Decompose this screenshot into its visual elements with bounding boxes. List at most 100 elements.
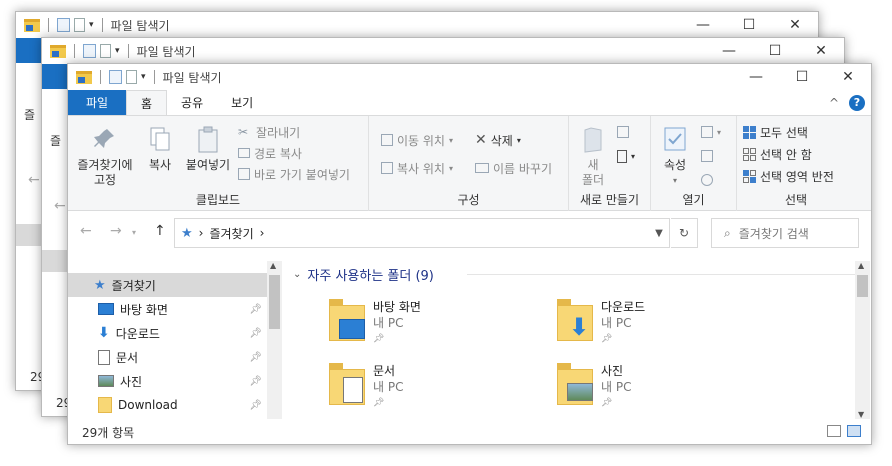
tab-file[interactable]: 파일 — [68, 90, 126, 115]
up-button[interactable]: ↑ — [154, 223, 166, 239]
cut-button[interactable]: ✂ 잘라내기 — [238, 122, 300, 142]
search-icon: ⌕ — [724, 225, 731, 240]
paste-shortcut-icon — [238, 168, 250, 180]
breadcrumb-quick-access[interactable]: 즐겨찾기 — [209, 225, 253, 242]
easy-access-button[interactable]: ▾ — [617, 146, 635, 166]
pin-label-2: 고정 — [93, 173, 117, 187]
paste-button[interactable]: 붙여넣기 — [182, 126, 234, 173]
new-item-button[interactable] — [617, 122, 629, 142]
folder-tile-downloads[interactable]: ⬇ 다운로드 내 PC 📌︎ — [557, 299, 645, 347]
back-button[interactable]: ← — [80, 223, 92, 239]
delete-button[interactable]: ✕ 삭제 ▾ — [475, 130, 521, 150]
chevron-down-icon[interactable]: ▼ — [649, 228, 669, 239]
address-bar-row: ← → ▾ ↑ ★ › 즐겨찾기 › ▼ ↻ ⌕ 즐겨찾기 검색 — [68, 211, 871, 253]
nav-item-download-folder[interactable]: Download 📌︎ — [68, 393, 268, 417]
content-scrollbar[interactable]: ▲ ▼ — [855, 261, 870, 419]
chevron-down-icon[interactable]: ▾ — [141, 72, 146, 82]
paste-shortcut-button[interactable]: 바로 가기 붙여넣기 — [238, 164, 350, 184]
move-to-button[interactable]: 이동 위치 ▾ — [381, 130, 453, 150]
new-document-icon[interactable] — [126, 70, 137, 84]
scroll-up-icon[interactable]: ▲ — [858, 261, 864, 270]
nav-item-desktop[interactable]: 바탕 화면 📌︎ — [68, 297, 268, 321]
new-item-icon — [617, 126, 629, 138]
chevron-down-icon[interactable]: ▾ — [115, 46, 120, 56]
properties-icon[interactable] — [57, 18, 70, 32]
edit-button[interactable] — [701, 146, 713, 166]
large-icons-view-icon[interactable] — [847, 425, 861, 437]
scroll-up-icon[interactable]: ▲ — [270, 261, 276, 270]
nav-item-pictures[interactable]: 사진 📌︎ — [68, 369, 268, 393]
folder-tile-documents[interactable]: 문서 내 PC 📌︎ — [329, 363, 403, 411]
tile-name: 사진 — [601, 364, 624, 378]
section-header[interactable]: ⌄ 자주 사용하는 폴더 (9) — [293, 265, 434, 284]
folder-tile-desktop[interactable]: 바탕 화면 내 PC 📌︎ — [329, 299, 421, 347]
chevron-down-icon[interactable]: ▾ — [89, 20, 94, 30]
copy-icon — [150, 127, 170, 151]
maximize-button[interactable]: ☐ — [752, 38, 798, 64]
folder-tile-pictures[interactable]: 사진 내 PC 📌︎ — [557, 363, 631, 411]
rename-button[interactable]: 이름 바꾸기 — [475, 158, 552, 178]
nav-item-label: 즐겨찾기 — [111, 278, 156, 293]
close-button[interactable]: ✕ — [798, 38, 844, 64]
copy-button[interactable]: 복사 — [140, 126, 180, 173]
close-button[interactable]: ✕ — [825, 64, 871, 90]
new-folder-button[interactable]: 새 폴더 — [575, 126, 611, 188]
new-document-icon[interactable] — [74, 18, 85, 32]
cut-label: 잘라내기 — [256, 125, 301, 140]
chevron-down-icon: ▾ — [717, 127, 722, 137]
separator — [127, 44, 129, 58]
new-document-icon[interactable] — [100, 44, 111, 58]
select-all-icon — [743, 125, 756, 139]
easy-access-icon — [617, 149, 627, 163]
scroll-down-icon[interactable]: ▼ — [858, 410, 864, 419]
select-group-label: 선택 — [784, 193, 808, 207]
star-icon: ★ — [94, 277, 106, 293]
clipboard-group-label: 클립보드 — [195, 193, 241, 207]
history-button[interactable] — [701, 170, 713, 190]
select-all-button[interactable]: 모두 선택 — [743, 122, 808, 142]
pin-icon[interactable]: 📌︎ — [249, 328, 262, 339]
recent-locations-icon[interactable]: ▾ — [132, 228, 136, 237]
nav-item-documents[interactable]: 문서 📌︎ — [68, 345, 268, 369]
ribbon: 즐겨찾기에 고정 복사 붙여넣기 ✂ 잘라내기 경로 복사 바로 가기 붙여넣기… — [68, 115, 871, 212]
nav-item-quick-access[interactable]: ★ 즐겨찾기 — [68, 273, 268, 297]
search-box[interactable]: ⌕ 즐겨찾기 검색 — [711, 218, 859, 248]
maximize-button[interactable]: ☐ — [726, 12, 772, 38]
ribbon-collapse-icon[interactable]: ^ — [829, 96, 839, 110]
details-view-icon[interactable] — [827, 425, 841, 437]
folder-icon — [50, 44, 66, 58]
pin-icon[interactable]: 📌︎ — [249, 304, 262, 315]
content-scrollbar-thumb[interactable] — [857, 275, 868, 297]
pin-icon[interactable]: 📌︎ — [249, 352, 262, 363]
help-icon[interactable]: ? — [849, 94, 865, 111]
minimize-button[interactable]: — — [706, 38, 752, 64]
pin-icon[interactable]: 📌︎ — [249, 400, 262, 411]
copy-to-button[interactable]: 복사 위치 ▾ — [381, 158, 453, 178]
close-button[interactable]: ✕ — [772, 12, 818, 38]
nav-item-downloads[interactable]: ⬇ 다운로드 📌︎ — [68, 321, 268, 345]
open-button[interactable]: ▾ — [701, 122, 721, 142]
minimize-button[interactable]: — — [733, 64, 779, 90]
copy-path-button[interactable]: 경로 복사 — [238, 143, 302, 163]
select-none-button[interactable]: 선택 안 함 — [743, 144, 812, 164]
tab-home[interactable]: 홈 — [126, 90, 168, 115]
paste-shortcut-label: 바로 가기 붙여넣기 — [254, 167, 350, 182]
invert-selection-button[interactable]: 선택 영역 반전 — [743, 166, 834, 186]
separator — [101, 18, 103, 32]
properties-button[interactable]: 속성 ▾ — [657, 126, 693, 188]
properties-icon[interactable] — [83, 44, 96, 58]
properties-icon[interactable] — [109, 70, 122, 84]
pin-icon: 📌︎ — [601, 398, 613, 408]
maximize-button[interactable]: ☐ — [779, 64, 825, 90]
address-bar[interactable]: ★ › 즐겨찾기 › ▼ — [174, 218, 670, 248]
nav-scrollbar[interactable]: ▲ — [267, 261, 282, 419]
organize-group: 이동 위치 ▾ 복사 위치 ▾ ✕ 삭제 ▾ 이름 바꾸기 구성 — [369, 116, 569, 212]
tab-view[interactable]: 보기 — [217, 90, 267, 115]
refresh-button[interactable]: ↻ — [671, 218, 698, 248]
minimize-button[interactable]: — — [680, 12, 726, 38]
pin-icon[interactable]: 📌︎ — [249, 376, 262, 387]
pin-to-quick-access-button[interactable]: 즐겨찾기에 고정 — [74, 126, 136, 188]
nav-scrollbar-thumb[interactable] — [269, 275, 280, 329]
forward-button[interactable]: → — [110, 223, 122, 239]
tab-share[interactable]: 공유 — [167, 90, 217, 115]
